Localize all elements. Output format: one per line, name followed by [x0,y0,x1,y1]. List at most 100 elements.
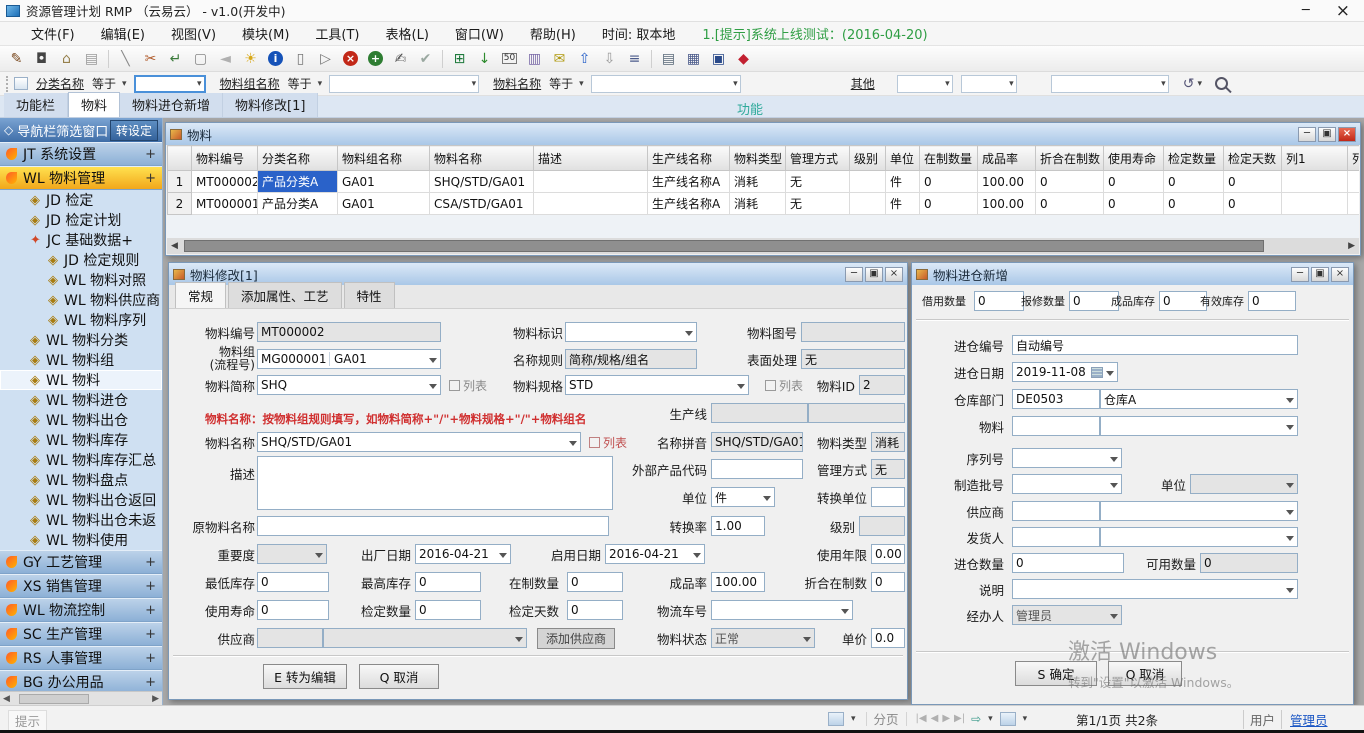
table-cell[interactable]: 产品分类A [258,193,338,215]
restore-button[interactable]: ▣ [1318,127,1336,142]
material-name-combo[interactable]: SHQ/STD/GA01 [257,432,581,452]
jump-page-icon[interactable]: ⇨ [971,712,981,726]
table-cell[interactable]: 100.00 [978,171,1036,193]
column-header[interactable]: 单位 [886,146,920,171]
pen-line-icon[interactable]: ╲ [114,48,137,70]
sidebar-item[interactable]: ◈WL 物料对照 [0,270,162,290]
column-header[interactable]: 级别 [850,146,886,171]
filter-op-label[interactable]: 等于 [92,75,116,92]
layout-caret-icon[interactable]: ▾ [1023,714,1028,724]
column-header[interactable]: 使用寿命 [1104,146,1164,171]
table-cell[interactable]: 0 [1164,193,1224,215]
table-cell[interactable]: 0 [920,171,978,193]
service-years-field[interactable]: 0.00 [871,544,905,564]
cancel-button[interactable]: Q 取消 [359,664,439,689]
table-cell[interactable]: 0 [1104,171,1164,193]
minimize-button[interactable]: ─ [1298,127,1316,142]
current-user-link[interactable]: 管理员 [1290,710,1328,729]
material-abbr-combo[interactable]: SHQ [257,375,441,395]
table-cell[interactable]: 消耗 [730,171,786,193]
sidebar-item[interactable]: ◈WL 物料使用 [0,530,162,550]
nav-button[interactable]: ▶ [940,713,952,724]
refresh-icon[interactable]: ↺ [1183,76,1195,92]
grid-hscrollbar[interactable]: ◀ ▶ [167,238,1359,254]
filter-op-caret-icon[interactable]: ▾ [318,79,323,89]
table-cell[interactable]: 0 [1036,171,1104,193]
column-header[interactable]: 生产线名称 [648,146,730,171]
factory-date-combo[interactable]: 2016-04-21 [415,544,511,564]
table-cell[interactable]: 100.00 [978,193,1036,215]
filter-field-label[interactable]: 物料名称 [493,75,541,92]
max-stock-field[interactable]: 0 [415,572,481,592]
dialog-tab[interactable]: 常规 [175,282,226,308]
mail-icon[interactable]: ✉ [548,48,571,70]
scroll-left-icon[interactable]: ◀ [0,694,13,704]
jump-caret-icon[interactable]: ▾ [988,714,993,724]
serial-no-combo[interactable] [1012,448,1122,468]
scroll-thumb[interactable] [184,240,1264,252]
layout-icon[interactable] [1000,712,1016,726]
unit-combo[interactable] [1190,474,1298,494]
sidebar-item[interactable]: ◈WL 物料 [0,370,162,390]
sign-icon[interactable]: ✍ [389,48,412,70]
return-icon[interactable]: ↵ [164,48,187,70]
row-number-cell[interactable]: 1 [168,171,192,193]
sidebar-group[interactable]: JT 系统设置+ [0,142,162,166]
shipper-code-field[interactable] [1012,527,1100,547]
entry-no-field[interactable]: 自动编号 [1012,335,1298,355]
sidebar-item[interactable]: ◈WL 物料分类 [0,330,162,350]
cancel-button[interactable]: Q 取消 [1108,661,1182,686]
enable-date-combo[interactable]: 2016-04-21 [605,544,705,564]
menu-item[interactable]: 视图(V) [158,24,229,43]
table-cell[interactable] [850,171,886,193]
dialog-tab[interactable]: 添加属性、工艺 [228,282,342,308]
scroll-left-icon[interactable]: ◀ [167,241,182,251]
sidebar-item[interactable]: ◈WL 物料库存 [0,430,162,450]
minimize-button[interactable]: ─ [1291,267,1309,282]
abbr-list-checkbox[interactable]: 列表 [449,375,487,395]
table-cell[interactable]: GA01 [338,193,430,215]
scroll-thumb[interactable] [19,694,89,704]
sidebar-item[interactable]: ◈JD 检定规则 [0,250,162,270]
menu-item[interactable]: 帮助(H) [517,24,589,43]
column-header[interactable]: 物料组名称 [338,146,430,171]
sidebar-item[interactable]: ◈JD 检定 [0,190,162,210]
table-cell[interactable] [1282,193,1348,215]
restore-button[interactable]: ▣ [1311,267,1329,282]
table-cell[interactable]: 0 [1104,193,1164,215]
tab[interactable]: 物料进仓新增 [120,93,223,117]
print-preview-icon[interactable]: ▤ [657,48,680,70]
material-spec-combo[interactable]: STD [565,375,749,395]
doc-next-icon[interactable]: ▷ [314,48,337,70]
upload-icon[interactable]: ⇧ [573,48,596,70]
unit-price-field[interactable]: 0.0 [871,628,905,648]
sidebar-item[interactable]: ◈WL 物料供应商 [0,290,162,310]
operator-combo[interactable]: 管理员 [1012,605,1122,625]
close-button[interactable]: × [1336,1,1350,21]
confirm-button[interactable]: S 确定 [1015,661,1097,686]
grid-view-icon[interactable] [828,712,844,726]
material-flag-combo[interactable] [565,322,697,342]
mute-icon[interactable]: ◄ [214,48,237,70]
table-cell[interactable] [534,193,648,215]
warehouse-dept-code[interactable]: DE0503 [1012,389,1100,409]
column-header[interactable]: 列1 [1282,146,1348,171]
sidebar-group[interactable]: RS 人事管理+ [0,646,162,670]
column-header[interactable]: 在制数量 [920,146,978,171]
valid-stock-field[interactable]: 0 [1248,291,1296,311]
gem-icon[interactable]: ◆ [732,48,755,70]
menu-item[interactable]: 模块(M) [229,24,302,43]
print-icon[interactable]: ▤ [80,48,103,70]
close-button[interactable]: × [885,267,903,282]
warehouse-dept-combo[interactable]: 仓库A [1100,389,1298,409]
calendar-icon[interactable]: ▦ [682,48,705,70]
table-cell[interactable] [534,171,648,193]
nav-button[interactable]: ▶| [952,713,967,724]
restore-button[interactable]: ▣ [865,267,883,282]
table-cell[interactable] [850,193,886,215]
table-cell[interactable]: 0 [1036,193,1104,215]
filter-extra-combo[interactable]: ▾ [961,75,1017,93]
table-cell[interactable]: 无 [786,193,850,215]
table-cell[interactable] [1348,193,1360,215]
column-header[interactable] [168,146,192,171]
